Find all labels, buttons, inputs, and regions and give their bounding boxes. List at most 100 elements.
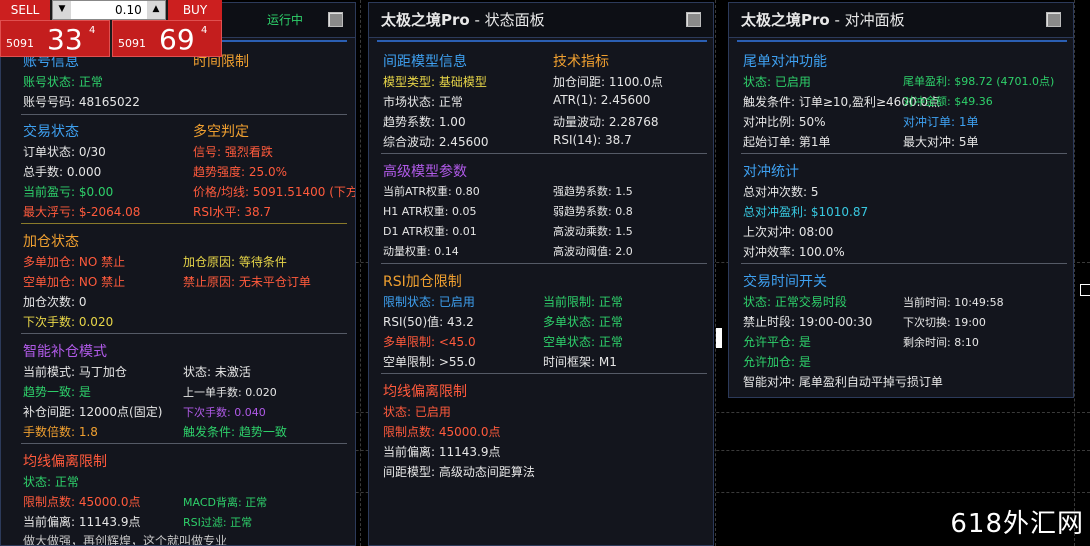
smart-fill-heading: 智能补仓模式 <box>23 344 107 360</box>
ban-period: 禁止时段: 19:00-00:30 <box>743 315 873 329</box>
next-switch: 下次切换: 19:00 <box>903 316 986 329</box>
high-vol-multiplier: 高波动乘数: 1.5 <box>553 225 633 238</box>
long-state: 多单状态: 正常 <box>543 315 623 329</box>
ma-limit-state: 状态: 已启用 <box>383 405 451 419</box>
current-mode: 当前模式: 马丁加仓 <box>23 365 127 379</box>
timeframe: 时间框架: M1 <box>543 355 617 369</box>
deviation-state: 状态: 正常 <box>23 475 79 489</box>
running-label: 运行中 <box>267 13 304 27</box>
smart-state: 状态: 未激活 <box>183 365 251 379</box>
trend-consistent: 趋势一致: 是 <box>23 385 91 399</box>
last-hedge-time: 上次对冲: 08:00 <box>743 225 834 239</box>
direction-heading: 多空判定 <box>193 124 249 140</box>
increase-icon[interactable]: ▲ <box>147 1 165 19</box>
account-number: 账号号码: 48165022 <box>23 95 140 109</box>
high-vol-threshold: 高波动阈值: 2.0 <box>553 245 633 258</box>
trend-coefficient: 趋势系数: 1.00 <box>383 115 466 129</box>
ma-limit-points: 限制点数: 45000.0点 <box>383 425 501 439</box>
short-add: 空单加仓: NO 禁止 <box>23 275 126 289</box>
current-time: 当前时间: 10:49:58 <box>903 296 1004 309</box>
atr-value: ATR(1): 2.45600 <box>553 93 651 107</box>
macd-divergence: MACD背离: 正常 <box>183 496 268 509</box>
total-hedge-profit: 总对冲盈利: $1010.87 <box>743 205 869 219</box>
ma-limit-heading: 均线偏离限制 <box>383 384 467 400</box>
max-hedge: 最大对冲: 5单 <box>903 135 979 149</box>
max-drawdown: 最大浮亏: $-2064.08 <box>23 205 141 219</box>
strong-trend-coefficient: 强趋势系数: 1.5 <box>553 185 633 198</box>
allow-close: 允许平仓: 是 <box>743 335 811 349</box>
decrease-icon[interactable]: ▼ <box>53 1 71 19</box>
fill-gap: 补仓间距: 12000点(固定) <box>23 405 163 419</box>
d1-atr-weight: D1 ATR权重: 0.01 <box>383 225 477 238</box>
footer-slogan: 做大做强，再创辉煌，这个就叫做专业 <box>23 534 228 546</box>
add-reason: 加仓原因: 等待条件 <box>183 255 287 269</box>
hedge-state: 状态: 已启用 <box>743 75 811 89</box>
current-atr-weight: 当前ATR权重: 0.80 <box>383 185 480 198</box>
hedge-stats-heading: 对冲统计 <box>743 164 799 180</box>
buy-button[interactable]: BUY <box>168 0 222 20</box>
add-status-heading: 加仓状态 <box>23 234 79 250</box>
ban-reason: 禁止原因: 无未平仓订单 <box>183 275 311 289</box>
order-status: 订单状态: 0/30 <box>23 145 106 159</box>
hedge-ratio: 对冲比例: 50% <box>743 115 826 129</box>
hedge-panel: 太极之境Pro - 对冲面板 尾单对冲功能 状态: 已启用 触发条件: 订单≥1… <box>728 2 1074 398</box>
deviation-limit: 限制点数: 45000.0点 <box>23 495 141 509</box>
close-icon[interactable] <box>328 12 343 27</box>
buy-price[interactable]: 5091 69 4 <box>112 20 222 57</box>
rsi50-value: RSI(50)值: 43.2 <box>383 315 474 329</box>
next-lots: 下次手数: 0.020 <box>23 315 114 329</box>
trade-time-heading: 交易时间开关 <box>743 274 827 290</box>
tail-profit: 尾单盈利: $98.72 (4701.0点) <box>903 75 1055 88</box>
account-panel: 运行中 账号信息 时间限制 账号状态: 正常 账号号码: 48165022 交易… <box>0 2 356 546</box>
rsi-filter: RSI过滤: 正常 <box>183 516 253 529</box>
gap-model: 间距模型: 高级动态间距算法 <box>383 465 535 479</box>
close-icon[interactable] <box>1046 12 1061 27</box>
rsi-limit-state: 限制状态: 已启用 <box>383 295 475 309</box>
tail-hedge-heading: 尾单对冲功能 <box>743 54 827 70</box>
market-state: 市场状态: 正常 <box>383 95 463 109</box>
sell-button[interactable]: SELL <box>0 0 50 20</box>
signal: 信号: 强烈看跌 <box>193 145 273 159</box>
status-panel-title-main: 太极之境Pro <box>381 11 470 29</box>
last-lots: 上一单手数: 0.020 <box>183 386 277 399</box>
model-type: 模型类型: 基础模型 <box>383 75 487 89</box>
lot-multiplier: 手数倍数: 1.8 <box>23 425 98 439</box>
trade-status-heading: 交易状态 <box>23 124 79 140</box>
lot-stepper[interactable]: ▼ 0.10 ▲ <box>52 0 166 20</box>
candle-mark <box>716 328 722 348</box>
watermark: 618外汇网 <box>950 509 1084 539</box>
trend-strength: 趋势强度: 25.0% <box>193 165 287 179</box>
indicator-heading: 技术指标 <box>553 54 609 70</box>
ma-deviation-heading: 均线偏离限制 <box>23 454 107 470</box>
ma-current-deviation: 当前偏离: 11143.9点 <box>383 445 501 459</box>
rsi-level: RSI水平: 38.7 <box>193 205 272 219</box>
gap-model-heading: 间距模型信息 <box>383 54 467 70</box>
advanced-params-heading: 高级模型参数 <box>383 164 467 180</box>
close-icon[interactable] <box>686 12 701 27</box>
allow-add: 允许加仓: 是 <box>743 355 811 369</box>
short-limit: 空单限制: >55.0 <box>383 355 476 369</box>
weak-trend-coefficient: 弱趋势系数: 0.8 <box>553 205 633 218</box>
sell-price[interactable]: 5091 33 4 <box>0 20 110 57</box>
status-panel: 太极之境Pro - 状态面板 间距模型信息 技术指标 模型类型: 基础模型 市场… <box>368 2 714 546</box>
trigger-condition: 触发条件: 趋势一致 <box>183 425 287 439</box>
start-order: 起始订单: 第1单 <box>743 135 831 149</box>
rsi14-value: RSI(14): 38.7 <box>553 133 632 147</box>
lot-value[interactable]: 0.10 <box>115 3 142 17</box>
hedge-panel-title-main: 太极之境Pro <box>741 11 830 29</box>
status-panel-title-sub: - 状态面板 <box>469 11 545 29</box>
price-ma: 价格/均线: 5091.51400 (下方) <box>193 185 356 199</box>
add-count: 加仓次数: 0 <box>23 295 87 309</box>
status-panel-titlebar: 太极之境Pro - 状态面板 <box>369 3 713 38</box>
current-limit: 当前限制: 正常 <box>543 295 623 309</box>
total-hedge-count: 总对冲次数: 5 <box>743 185 819 199</box>
short-state: 空单状态: 正常 <box>543 335 623 349</box>
momentum-weight: 动量权重: 0.14 <box>383 245 459 258</box>
h1-atr-weight: H1 ATR权重: 0.05 <box>383 205 477 218</box>
hedge-panel-titlebar: 太极之境Pro - 对冲面板 <box>729 3 1073 38</box>
price-marker <box>1080 284 1090 296</box>
hedge-amount: 对冲金额: $49.36 <box>903 95 993 108</box>
smart-hedge: 智能对冲: 尾单盈利自动平掉亏损订单 <box>743 375 943 389</box>
deviation-current: 当前偏离: 11143.9点 <box>23 515 141 529</box>
hedge-panel-title-sub: - 对冲面板 <box>829 11 905 29</box>
